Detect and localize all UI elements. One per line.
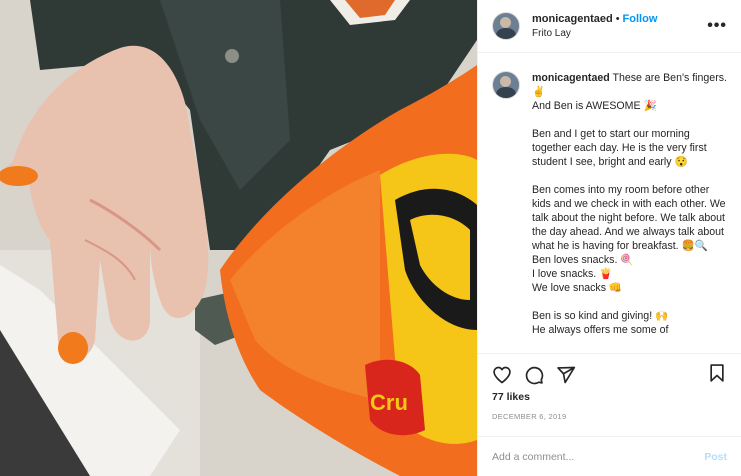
actions-area: 77 likes DECEMBER 6, 2019 xyxy=(478,353,741,436)
comment-icon[interactable] xyxy=(524,365,544,385)
heart-icon[interactable] xyxy=(492,365,512,385)
separator-dot: • xyxy=(615,13,620,25)
post-date[interactable]: DECEMBER 6, 2019 xyxy=(492,412,727,421)
follow-button[interactable]: Follow xyxy=(623,13,658,25)
share-icon[interactable] xyxy=(556,365,576,385)
bookmark-icon[interactable] xyxy=(707,363,727,388)
instagram-post: Cru monicagentaed • Follow Frito Lay ••• m… xyxy=(0,0,741,476)
comment-input[interactable] xyxy=(492,450,705,463)
post-header: monicagentaed • Follow Frito Lay ••• xyxy=(478,0,741,53)
post-side-panel: monicagentaed • Follow Frito Lay ••• monic… xyxy=(477,0,741,476)
username-link[interactable]: monicagentaed xyxy=(532,13,613,25)
avatar[interactable] xyxy=(492,12,520,40)
caption-body: These are Ben's fingers. ✌ And Ben is AW… xyxy=(532,72,727,336)
location-link[interactable]: Frito Lay xyxy=(532,28,707,39)
likes-count[interactable]: 77 likes xyxy=(492,391,727,403)
header-text: monicagentaed • Follow Frito Lay xyxy=(532,13,707,39)
caption-username[interactable]: monicagentaed xyxy=(532,72,610,84)
caption-section: monicagentaed These are Ben's fingers. ✌… xyxy=(478,53,741,353)
post-comment-button[interactable]: Post xyxy=(704,451,727,463)
action-icons xyxy=(492,363,727,388)
photo-illustration: Cru xyxy=(0,0,477,476)
post-photo[interactable]: Cru xyxy=(0,0,477,476)
comment-bar: Post xyxy=(478,436,741,476)
caption-text: monicagentaed These are Ben's fingers. ✌… xyxy=(532,71,727,353)
svg-text:Cru: Cru xyxy=(370,390,408,415)
more-options-icon[interactable]: ••• xyxy=(707,17,727,35)
caption-avatar[interactable] xyxy=(492,71,520,99)
